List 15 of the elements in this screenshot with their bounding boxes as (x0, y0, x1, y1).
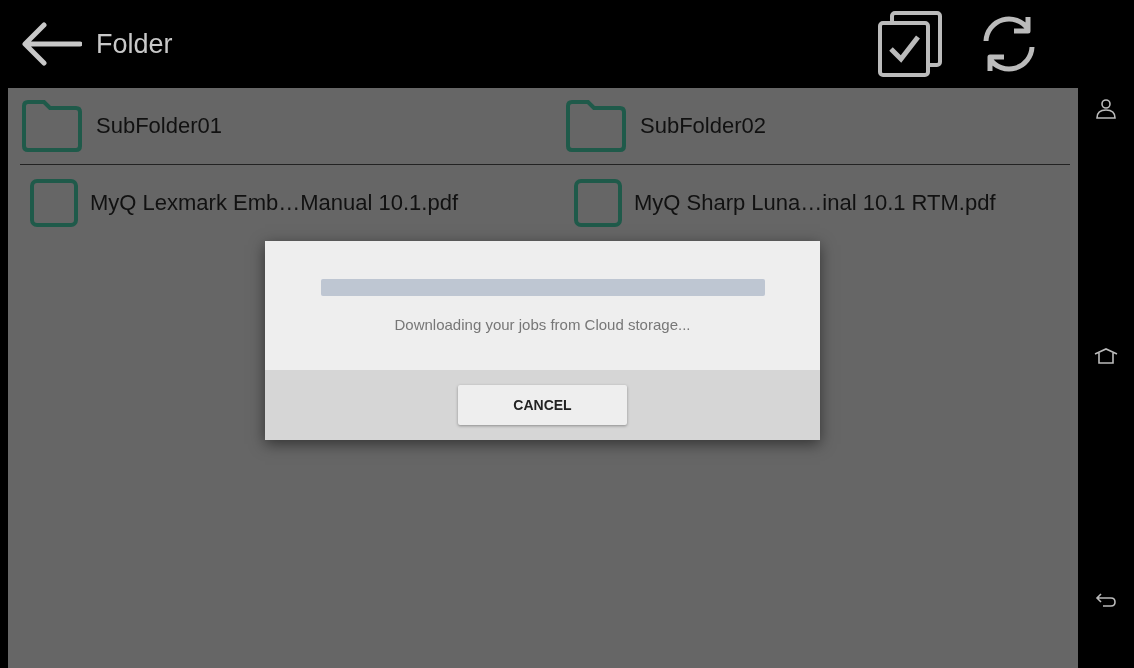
cancel-button[interactable]: CANCEL (458, 385, 627, 425)
home-icon[interactable] (1094, 347, 1118, 365)
back-icon[interactable] (1095, 592, 1117, 608)
dialog-message: Downloading your jobs from Cloud storage... (394, 316, 691, 333)
folder-name[interactable]: SubFolder02 (640, 113, 766, 139)
file-name[interactable]: MyQ Lexmark Emb…Manual 10.1.pdf (90, 190, 459, 216)
checkbox[interactable] (30, 179, 78, 227)
checkbox[interactable] (574, 179, 622, 227)
back-arrow-icon[interactable] (20, 21, 82, 67)
user-icon[interactable] (1095, 98, 1117, 120)
folder-name[interactable]: SubFolder01 (96, 113, 222, 139)
folder-icon (564, 98, 628, 154)
header-title: Folder (96, 28, 174, 60)
file-name[interactable]: MyQ Sharp Luna…inal 10.1 RTM.pdf (634, 190, 996, 216)
folder-icon (20, 98, 84, 154)
